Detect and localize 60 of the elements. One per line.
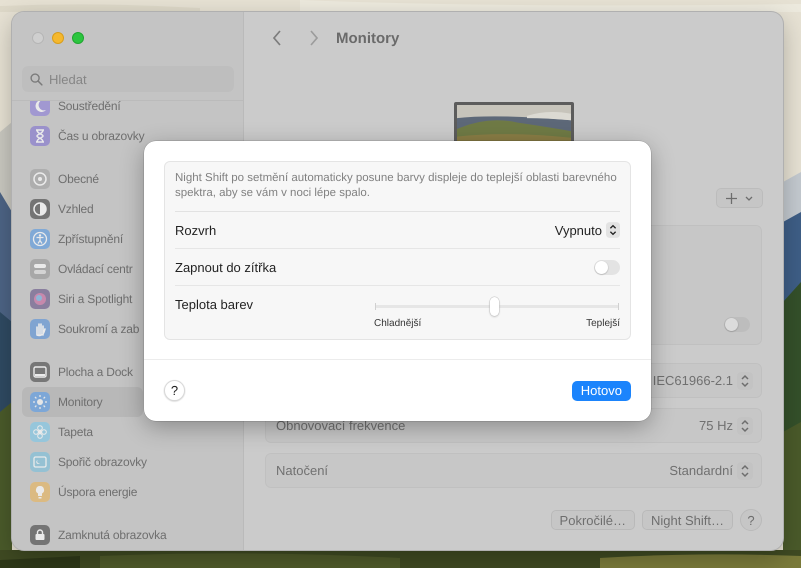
sun-icon <box>30 392 50 412</box>
help-button[interactable]: ? <box>164 380 185 401</box>
sidebar-item[interactable]: Spořič obrazovky <box>22 447 151 477</box>
forward-icon[interactable] <box>309 30 319 46</box>
sidebar-item[interactable]: Obecné <box>22 164 103 194</box>
sidebar-item[interactable]: Tapeta <box>22 417 97 447</box>
sidebar-item[interactable]: Soustředění <box>22 101 125 121</box>
minimize-button[interactable] <box>52 32 64 44</box>
color-temperature-label: Teplota barev <box>175 297 254 312</box>
add-button[interactable] <box>716 188 763 208</box>
row-label: Obnovovací frekvence <box>276 418 406 433</box>
sidebar-item[interactable]: Vzhled <box>22 194 98 224</box>
appearance-icon <box>30 199 50 219</box>
toggle-switch[interactable] <box>724 317 750 332</box>
hand-icon <box>30 319 50 339</box>
dock-icon <box>30 362 50 382</box>
close-button[interactable] <box>32 32 44 44</box>
sidebar-item[interactable]: Zamknutá obrazovka <box>22 520 170 550</box>
accessibility-icon <box>30 229 50 249</box>
enable-until-tomorrow-label: Zapnout do zítřka <box>175 260 276 274</box>
schedule-label: Rozvrh <box>175 222 216 238</box>
toggle-switch[interactable] <box>594 260 620 274</box>
search-field[interactable]: Hledat <box>22 66 234 92</box>
window-title: Monitory <box>336 30 400 46</box>
siri-icon <box>30 289 50 309</box>
sidebar-item[interactable]: Plocha a Dock <box>22 357 137 387</box>
search-icon <box>30 73 43 86</box>
plus-icon <box>726 192 737 204</box>
screen-icon <box>30 452 50 472</box>
settings-button[interactable]: Night Shift… <box>642 510 733 530</box>
stepper-icon <box>606 222 620 238</box>
row-label: Natočení <box>276 463 328 478</box>
back-icon[interactable] <box>272 30 282 46</box>
sidebar-item[interactable]: Úspora energie <box>22 477 142 507</box>
description-text: Night Shift po setmění automaticky posune barvy displeje do teplejší oblasti barevného spektra, aby se vám v noci lépe spalo. <box>175 162 620 212</box>
hourglass-icon <box>30 126 50 146</box>
value-popup[interactable]: 75 Hz <box>699 416 753 434</box>
sidebar-item[interactable]: Soukromí a zab <box>22 314 144 344</box>
value-popup[interactable]: IEC61966-2.1 <box>652 372 753 390</box>
sidebar-item[interactable]: Monitory <box>22 387 143 417</box>
flower-icon <box>30 422 50 442</box>
sidebar-item[interactable]: Zpřístupnění <box>22 224 127 254</box>
settings-button[interactable]: Pokročilé… <box>550 510 636 530</box>
lock-icon <box>30 525 50 545</box>
slider-min-label: Chladnější <box>374 318 422 329</box>
caret-icon <box>745 196 753 200</box>
sidebar-item[interactable]: Siri a Spotlight <box>22 284 136 314</box>
slider-max-label: Teplejší <box>586 318 620 329</box>
schedule-popup[interactable]: Vypnuto <box>554 222 620 238</box>
switches-icon <box>30 259 50 279</box>
temperature-slider[interactable] <box>374 297 620 317</box>
sidebar-item[interactable]: Čas u obrazovky <box>22 121 148 151</box>
lightbulb-icon <box>30 482 50 502</box>
value-popup[interactable]: Standardní <box>669 462 753 480</box>
moon-icon <box>30 101 50 116</box>
zoom-button[interactable] <box>72 32 84 44</box>
sidebar-item[interactable]: Ovládací centr <box>22 254 137 284</box>
done-button[interactable]: Hotovo <box>572 380 631 400</box>
help-button[interactable]: ? <box>740 509 762 531</box>
gear-icon <box>30 169 50 189</box>
